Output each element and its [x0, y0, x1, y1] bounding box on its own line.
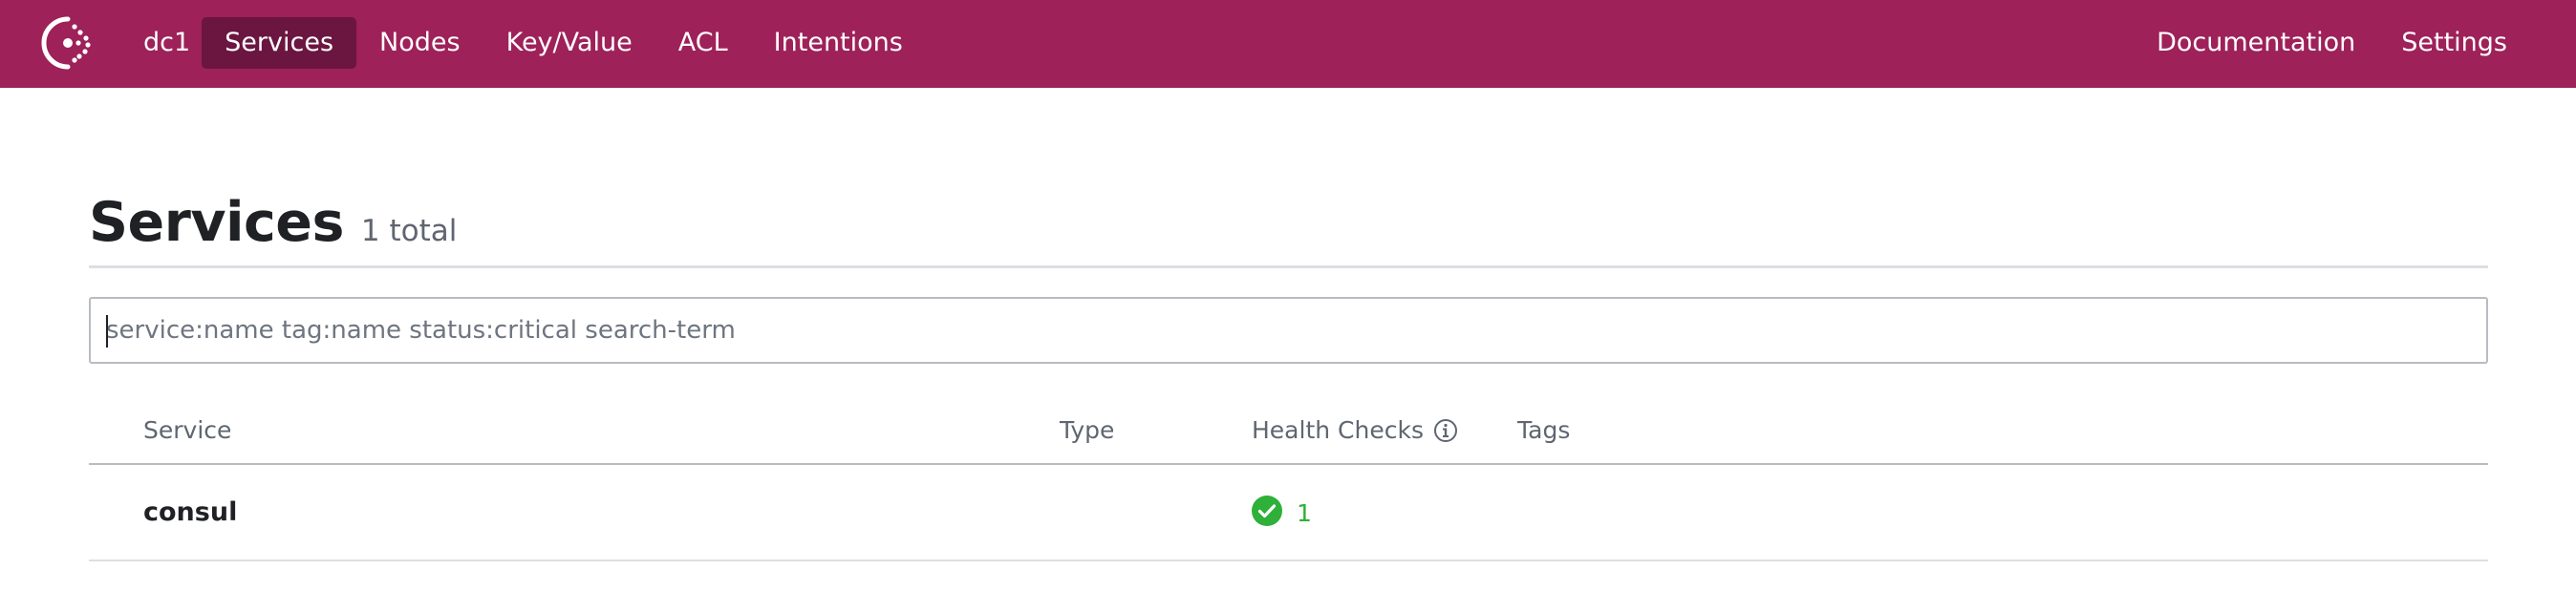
passing-check-count: 1 — [1297, 498, 1312, 527]
main-nav: dc1 Services Nodes Key/Value ACL Intenti… — [132, 17, 926, 69]
column-header-health-checks: Health Checks — [1252, 416, 1458, 444]
column-header-tags[interactable]: Tags — [1517, 416, 1570, 444]
page-title: Services — [89, 191, 344, 254]
nav-item-services[interactable]: Services — [202, 17, 357, 69]
service-name-link[interactable]: consul — [143, 497, 237, 527]
column-header-health-checks-label: Health Checks — [1252, 416, 1424, 444]
header-divider — [89, 265, 2488, 268]
nav-item-documentation[interactable]: Documentation — [2134, 17, 2378, 69]
top-navigation-bar: dc1 Services Nodes Key/Value ACL Intenti… — [0, 0, 2576, 88]
table-header-divider — [89, 463, 2488, 465]
text-caret — [106, 315, 108, 348]
nav-item-acl[interactable]: ACL — [655, 17, 751, 69]
column-header-type[interactable]: Type — [1060, 416, 1114, 444]
table-row-divider — [89, 559, 2488, 561]
total-count: 1 total — [360, 214, 458, 248]
column-header-service[interactable]: Service — [143, 416, 231, 444]
check-circle-icon — [1251, 495, 1283, 531]
health-check-status[interactable]: 1 — [1251, 495, 1312, 531]
datacenter-selector[interactable]: dc1 — [132, 17, 200, 69]
secondary-nav: Documentation Settings — [2134, 17, 2530, 69]
page-header: Services 1 total — [89, 191, 457, 254]
consul-logo-icon[interactable] — [40, 15, 99, 71]
search-input[interactable] — [89, 297, 2488, 364]
nav-item-settings[interactable]: Settings — [2378, 17, 2530, 69]
nav-item-nodes[interactable]: Nodes — [356, 17, 483, 69]
info-icon[interactable] — [1433, 418, 1458, 443]
nav-item-intentions[interactable]: Intentions — [751, 17, 926, 69]
nav-item-key-value[interactable]: Key/Value — [483, 17, 655, 69]
